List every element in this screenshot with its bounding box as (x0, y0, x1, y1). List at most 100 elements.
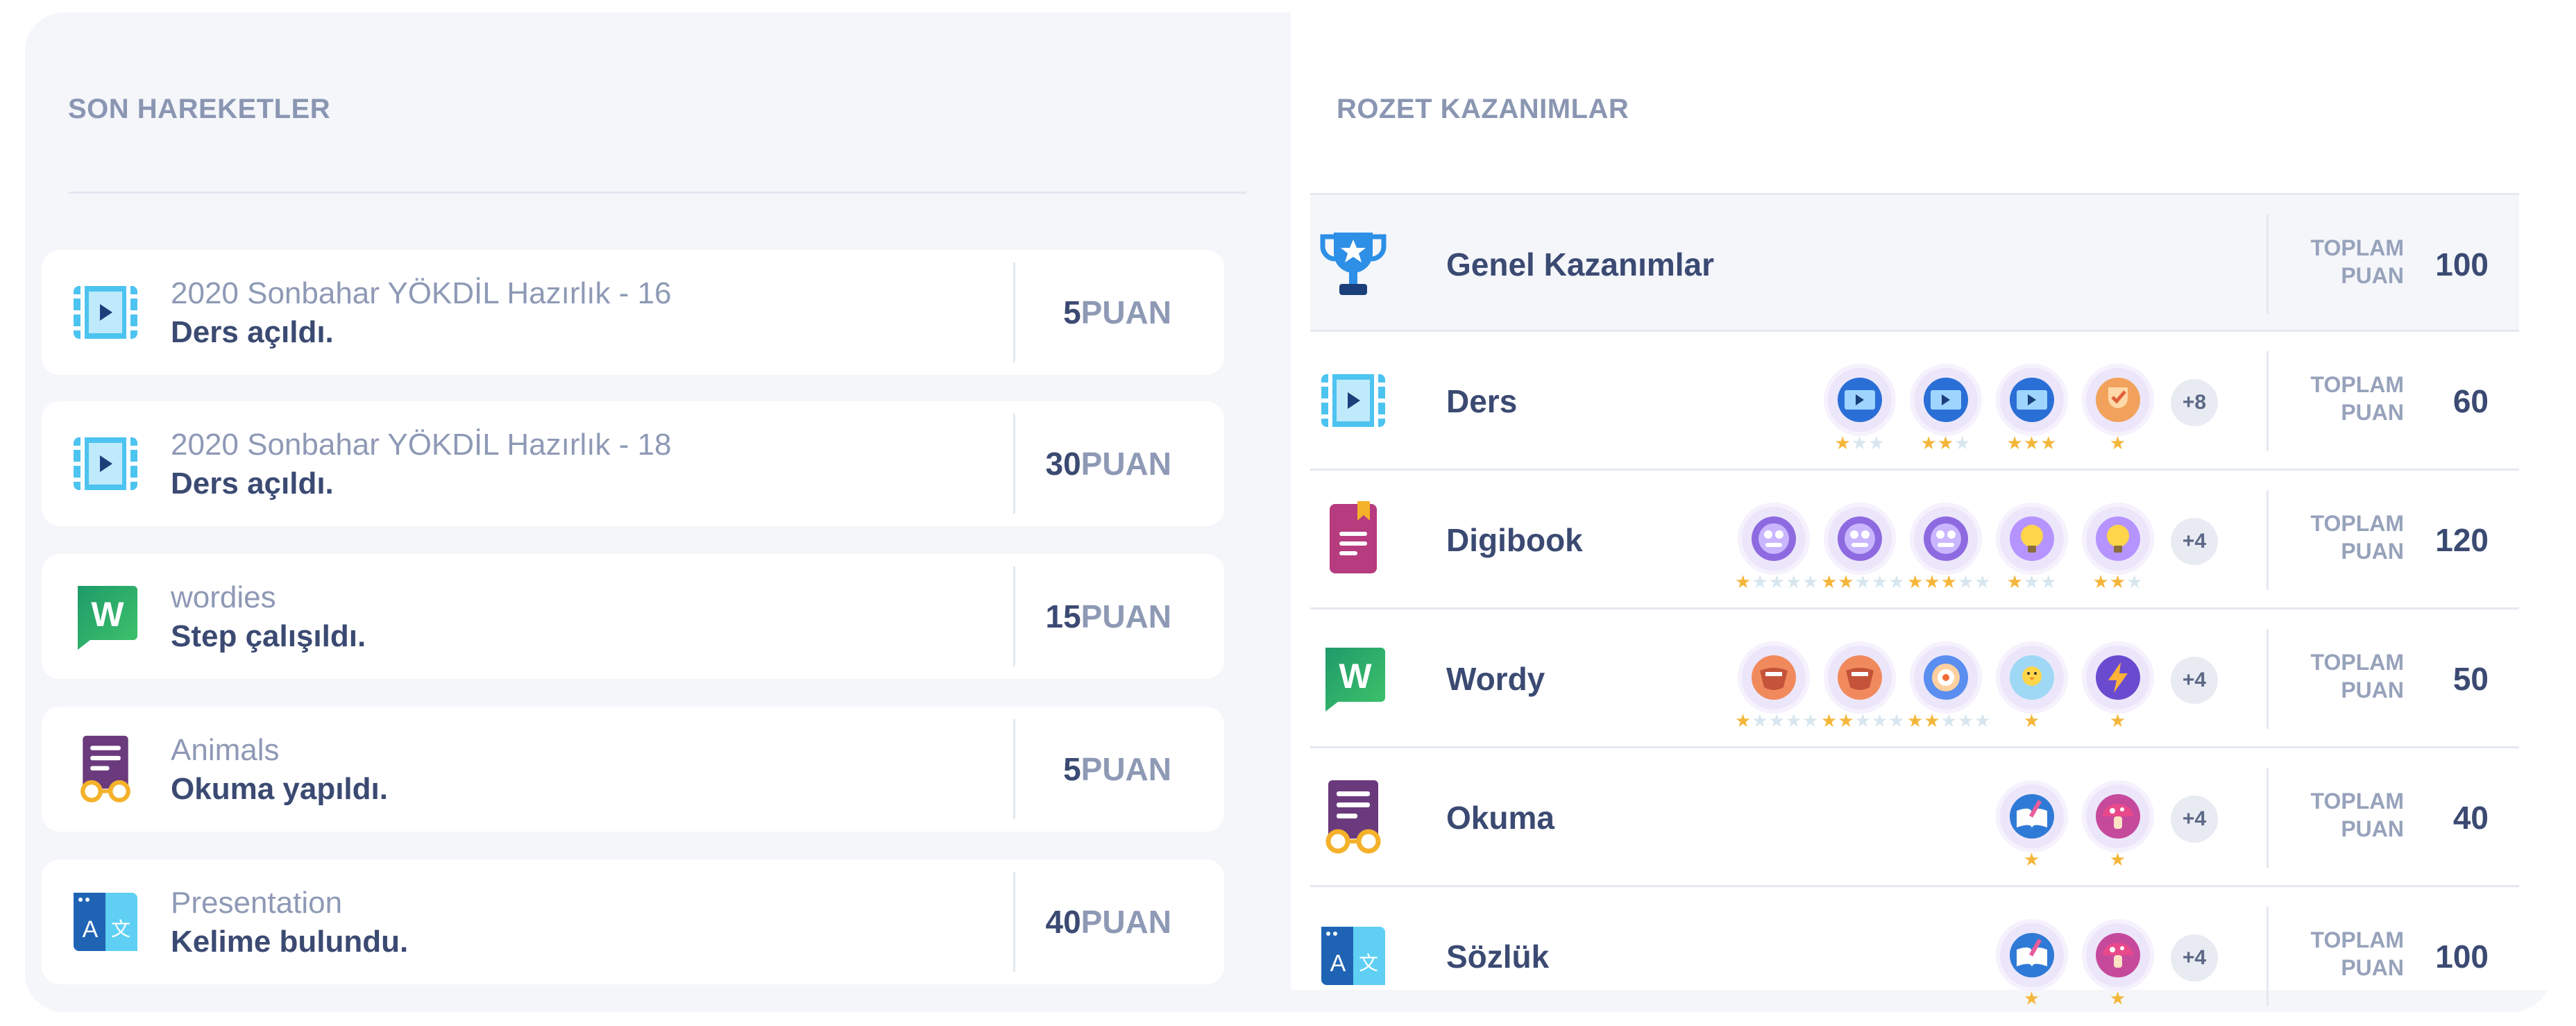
mushroom-badge-icon[interactable]: ★ (2079, 919, 2157, 1009)
activity-item[interactable]: wordies Step çalışıldı. 15PUAN (42, 554, 1224, 679)
badge-stars: ★★★ (2006, 432, 2058, 453)
badge-row-separator (2266, 768, 2269, 868)
video-lesson-icon (71, 278, 140, 347)
activity-points: 40PUAN (1045, 859, 1171, 984)
total-label-line-1: TOPLAM (2310, 511, 2404, 536)
total-label-line-2: PUAN (2341, 678, 2404, 703)
activity-points-value: 15 (1045, 598, 1081, 634)
badge-row[interactable]: Okuma ★ ★ +4 TOPLAM PUAN 40 (1310, 748, 2519, 887)
activity-description: Kelime bulundu. (171, 925, 409, 959)
more-badges-button[interactable]: +4 (2171, 518, 2218, 565)
activity-item[interactable]: 2020 Sonbahar YÖKDİL Hazırlık - 18 Ders a… (42, 401, 1224, 526)
activity-subtitle: wordies (171, 580, 276, 614)
book-face-badge-icon[interactable]: ★★★★★ (1821, 503, 1906, 593)
book-face-badge-icon[interactable]: ★★★★★ (1907, 503, 1992, 593)
badge-stars: ★★★ (2092, 571, 2144, 592)
activity-subtitle: Animals (171, 733, 280, 767)
total-points-value: 60 (2452, 383, 2489, 419)
total-points-value: 40 (2452, 800, 2489, 836)
activity-points-unit: PUAN (1081, 446, 1171, 482)
badge-row[interactable]: Digibook ★★★★★ ★★★★★ ★★★★★ ★★★ ★★★ +4 TOPLAM PUA… (1310, 471, 2519, 609)
total-points-label: TOPLAM PUAN (2300, 926, 2404, 982)
mushroom-badge-icon[interactable]: ★ (2079, 780, 2157, 871)
badge-row[interactable]: Wordy ★★★★★ ★★★★★ ★★★★★ ★ ★ +4 TOPLAM PUAN 50 (1310, 609, 2519, 748)
open-book-badge-icon[interactable]: ★ (1993, 780, 2071, 871)
total-points-label: TOPLAM PUAN (2300, 787, 2404, 843)
activity-subtitle: 2020 Sonbahar YÖKDİL Hazırlık - 16 (171, 276, 672, 310)
more-badges-button[interactable]: +4 (2171, 657, 2218, 704)
recent-activity-divider (68, 192, 1246, 194)
total-label-line-2: PUAN (2341, 816, 2404, 841)
mouth-badge-icon[interactable]: ★★★★★ (1735, 641, 1819, 732)
lightbulb-badge-icon[interactable]: ★★★ (1993, 503, 2071, 593)
total-label-line-1: TOPLAM (2310, 372, 2404, 397)
badge-stars: ★★★★★ (1907, 571, 1992, 592)
activity-subtitle: 2020 Sonbahar YÖKDİL Hazırlık - 18 (171, 428, 672, 462)
badge-stars: ★ (2109, 988, 2127, 1009)
badge-list: ★★★★★ ★★★★★ ★★★★★ ★★★ ★★★ +4 (1310, 503, 2261, 593)
target-badge-icon[interactable]: ★★★★★ (1907, 641, 1992, 732)
total-label-line-1: TOPLAM (2310, 789, 2404, 814)
activity-points-value: 5 (1063, 751, 1081, 787)
activity-separator (1013, 262, 1015, 362)
total-label-line-1: TOPLAM (2310, 235, 2404, 260)
total-points-label: TOPLAM PUAN (2300, 510, 2404, 565)
total-label-line-2: PUAN (2341, 955, 2404, 980)
badge-stars: ★ (2023, 988, 2041, 1009)
lightning-badge-icon[interactable]: ★ (2079, 641, 2157, 732)
video-badge-icon[interactable]: ★★★ (1821, 364, 1899, 454)
video-badge-icon[interactable]: ★★★ (1907, 364, 1985, 454)
total-points-value: 100 (2435, 246, 2489, 283)
badge-category-label: Genel Kazanımlar (1446, 246, 1715, 283)
open-book-badge-icon[interactable]: ★ (1993, 919, 2071, 1009)
activity-points-unit: PUAN (1081, 598, 1171, 634)
chick-badge-icon[interactable]: ★ (1993, 641, 2071, 732)
activity-points-unit: PUAN (1081, 751, 1171, 787)
badge-list: ★★★ ★★★ ★★★ ★ +8 (1310, 364, 2261, 454)
badge-stars: ★★★ (2006, 571, 2058, 592)
activity-separator (1013, 872, 1015, 972)
book-face-badge-icon[interactable]: ★★★★★ (1735, 503, 1820, 593)
activity-item[interactable]: Animals Okuma yapıldı. 5PUAN (42, 707, 1224, 832)
total-label-line-2: PUAN (2341, 539, 2404, 564)
total-label-line-2: PUAN (2341, 263, 2404, 288)
badge-row[interactable]: Sözlük ★ ★ +4 TOPLAM PUAN 100 (1310, 887, 2519, 1026)
wordies-icon (71, 582, 140, 651)
badge-row[interactable]: Ders ★★★ ★★★ ★★★ ★ +8 TOPLAM PUAN 60 (1310, 332, 2519, 471)
trophy-check-badge-icon[interactable]: ★ (2079, 364, 2157, 454)
dictionary-icon (71, 887, 140, 957)
lightbulb-badge-icon[interactable]: ★★★ (2079, 503, 2157, 593)
recent-activity-title: SON HAREKETLER (68, 94, 331, 124)
total-points-label: TOPLAM PUAN (2300, 371, 2404, 426)
badge-stars: ★★★★★ (1735, 571, 1820, 592)
badge-list: ★ ★ +4 (1310, 780, 2261, 871)
more-badges-button[interactable]: +8 (2171, 379, 2218, 426)
badge-stars: ★★★★★ (1907, 710, 1992, 731)
activity-points-value: 40 (1045, 904, 1081, 940)
badge-stars: ★ (2109, 710, 2127, 731)
activity-description: Step çalışıldı. (171, 619, 366, 653)
badge-stars: ★★★ (1834, 432, 1886, 453)
activity-item[interactable]: Presentation Kelime bulundu. 40PUAN (42, 859, 1224, 984)
badge-stars: ★ (2109, 849, 2127, 870)
activity-points: 5PUAN (1063, 250, 1171, 375)
total-label-line-2: PUAN (2341, 400, 2404, 425)
activity-points-unit: PUAN (1081, 904, 1171, 940)
badge-row-separator (2266, 490, 2269, 590)
badge-list: ★★★★★ ★★★★★ ★★★★★ ★ ★ +4 (1310, 641, 2261, 732)
total-points-label: TOPLAM PUAN (2300, 234, 2404, 289)
badge-stars: ★★★★★ (1821, 571, 1906, 592)
activity-separator (1013, 566, 1015, 666)
badge-row-separator (2266, 907, 2269, 1007)
more-badges-button[interactable]: +4 (2171, 934, 2218, 982)
activity-subtitle: Presentation (171, 886, 343, 920)
activity-points: 5PUAN (1063, 707, 1171, 832)
activity-item[interactable]: 2020 Sonbahar YÖKDİL Hazırlık - 16 Ders a… (42, 250, 1224, 375)
activity-separator (1013, 719, 1015, 819)
video-lesson-icon (71, 429, 140, 498)
mouth-badge-icon[interactable]: ★★★★★ (1821, 641, 1905, 732)
video-badge-icon[interactable]: ★★★ (1993, 364, 2071, 454)
activity-points-value: 30 (1045, 446, 1081, 482)
more-badges-button[interactable]: +4 (2171, 796, 2218, 843)
badge-row[interactable]: Genel Kazanımlar TOPLAM PUAN 100 (1310, 193, 2519, 332)
